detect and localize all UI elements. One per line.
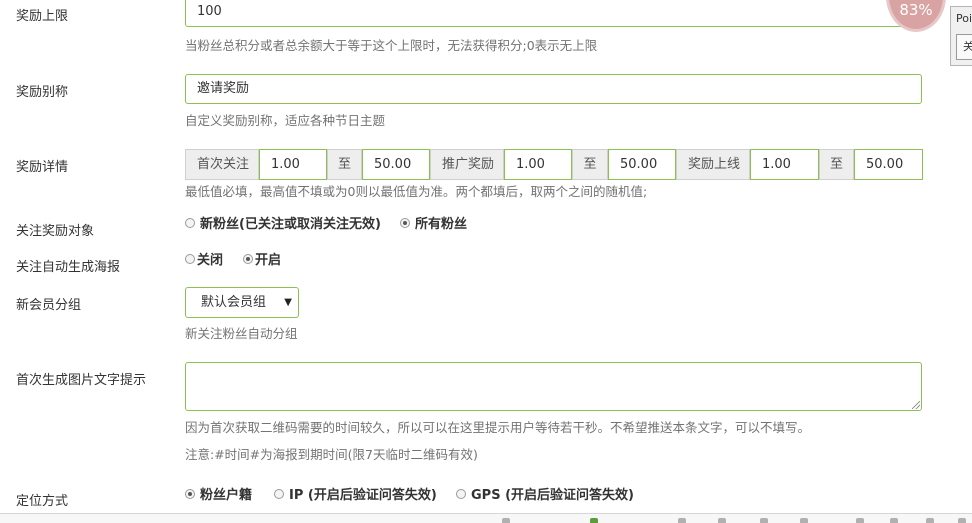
member-group-value: 默认会员组 [201, 295, 267, 310]
radio-poster-on-label: 开启 [255, 253, 282, 268]
radio-location-gps-label: GPS (开启后验证问答失效) [471, 488, 634, 503]
reward-detail-label: 奖励详情 [16, 160, 69, 175]
radio-all-fans-circle[interactable] [400, 217, 410, 228]
toolbar-icon[interactable] [958, 518, 966, 523]
reward-detail-hint: 最低值必填，最高值不填或为0则以最低值为准。两个都填后，取两个之间的随机值; [185, 184, 648, 199]
reward-alias-label: 奖励别称 [16, 85, 69, 100]
toolbar-icon[interactable] [926, 518, 934, 523]
radio-poster-on-circle[interactable] [243, 253, 253, 264]
promote-min-input[interactable]: 1.00 [504, 149, 572, 180]
radio-location-ip-circle[interactable] [274, 488, 284, 499]
member-group-label: 新会员分组 [16, 298, 82, 313]
reward-detail-group: 首次关注 1.00 至 50.00 推广奖励 1.00 至 50.00 奖励上线… [185, 149, 923, 180]
side-popup: Poi 关 [950, 6, 972, 66]
radio-location-household-circle[interactable] [185, 488, 195, 499]
online-min-input[interactable]: 1.00 [750, 149, 819, 180]
member-group-hint: 新关注粉丝自动分组 [185, 326, 298, 341]
radio-poster-off-circle[interactable] [185, 253, 195, 264]
first-follow-addon: 首次关注 [185, 149, 259, 180]
promote-to-addon: 至 [572, 149, 608, 180]
resize-grip-icon[interactable] [912, 401, 920, 409]
radio-all-fans-label: 所有粉丝 [415, 217, 468, 232]
radio-new-fans[interactable]: 新粉丝(已关注或取消关注无效) [185, 213, 381, 232]
toolbar-icon[interactable] [890, 518, 898, 523]
location-mode-label: 定位方式 [16, 494, 69, 509]
radio-location-gps[interactable]: GPS (开启后验证问答失效) [456, 484, 634, 503]
radio-location-gps-circle[interactable] [456, 488, 466, 499]
reward-limit-label: 奖励上限 [16, 9, 69, 24]
reward-alias-input[interactable]: 邀请奖励 [185, 74, 922, 104]
first-image-text-label: 首次生成图片文字提示 [16, 373, 147, 388]
radio-poster-off[interactable]: 关闭 [185, 249, 223, 268]
toolbar-icon[interactable] [590, 518, 598, 523]
reward-limit-hint: 当粉丝总积分或者总余额大于等于这个上限时，无法获得积分;0表示无上限 [185, 38, 598, 53]
first-image-text-hint: 因为首次获取二维码需要的时间较久，所以可以在这里提示用户等待若干秒。不希望推送本… [185, 420, 811, 435]
online-to-addon: 至 [819, 149, 854, 180]
member-group-select[interactable]: 默认会员组 ▼ [185, 287, 299, 318]
radio-location-household-label: 粉丝户籍 [200, 488, 253, 503]
follow-target-label: 关注奖励对象 [16, 224, 95, 239]
reward-alias-hint: 自定义奖励别称，适应各种节日主题 [185, 113, 386, 128]
side-popup-button[interactable]: 关 [956, 34, 972, 60]
progress-badge-text: 83% [899, 1, 933, 19]
radio-location-ip[interactable]: IP (开启后验证问答失效) [274, 484, 437, 503]
first-follow-max-input[interactable]: 50.00 [362, 149, 430, 180]
toolbar-icon[interactable] [678, 518, 686, 523]
radio-new-fans-circle[interactable] [185, 217, 195, 228]
promote-max-input[interactable]: 50.00 [608, 149, 676, 180]
toolbar-icon[interactable] [856, 518, 864, 523]
radio-location-ip-label: IP (开启后验证问答失效) [289, 488, 437, 503]
auto-poster-label: 关注自动生成海报 [16, 260, 121, 275]
progress-badge[interactable]: 83% [886, 0, 946, 32]
promote-addon: 推广奖励 [430, 149, 504, 180]
radio-new-fans-label: 新粉丝(已关注或取消关注无效) [200, 217, 381, 232]
radio-all-fans[interactable]: 所有粉丝 [400, 213, 467, 232]
caret-down-icon: ▼ [284, 297, 292, 308]
first-image-text-note: 注意:#时间#为海报到期时间(限7天临时二维码有效) [185, 447, 478, 462]
first-follow-to-addon: 至 [327, 149, 362, 180]
reward-limit-input[interactable]: 100 [185, 0, 922, 27]
radio-poster-off-label: 关闭 [197, 253, 224, 268]
online-addon: 奖励上线 [676, 149, 750, 180]
toolbar-icon[interactable] [718, 518, 726, 523]
radio-poster-on[interactable]: 开启 [243, 249, 281, 268]
side-popup-title: Poi [956, 12, 972, 25]
first-follow-min-input[interactable]: 1.00 [259, 149, 327, 180]
bottom-toolbar [0, 513, 972, 523]
toolbar-icon[interactable] [800, 518, 808, 523]
toolbar-icon[interactable] [760, 518, 768, 523]
radio-location-household[interactable]: 粉丝户籍 [185, 484, 252, 503]
online-max-input[interactable]: 50.00 [854, 149, 923, 180]
toolbar-icon[interactable] [502, 518, 510, 523]
first-image-text-textarea[interactable] [185, 362, 922, 411]
